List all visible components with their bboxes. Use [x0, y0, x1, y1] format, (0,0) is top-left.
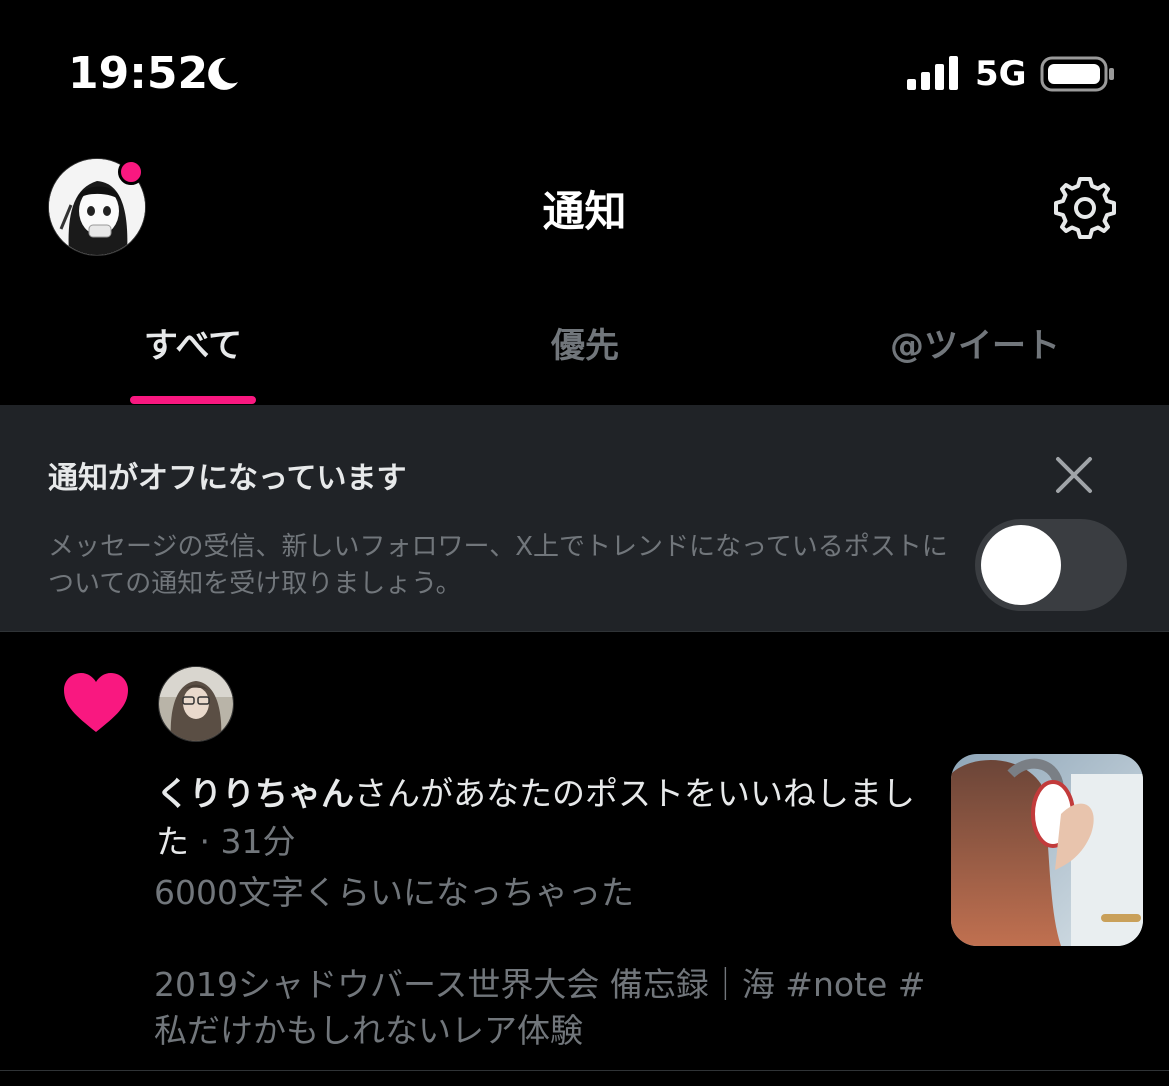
banner-title: 通知がオフになっています [48, 461, 407, 496]
tab-priority[interactable]: 優先 [520, 318, 650, 367]
thumbnail-photo [951, 754, 1143, 946]
tab-all[interactable]: すべて [130, 318, 256, 367]
notification-text: くりりちゃんさんがあなたのポストをいいねしました · 31分 [156, 770, 916, 866]
status-bar: 19:52 5G [0, 0, 1169, 140]
notification-username[interactable]: くりりちゃん [156, 774, 354, 813]
network-label: 5G [975, 54, 1027, 94]
divider [0, 1070, 1169, 1071]
notifications-off-banner: 通知がオフになっています メッセージの受信、新しいフォロワー、X上でトレンドにな… [0, 405, 1169, 632]
notification-item[interactable]: くりりちゃんさんがあなたのポストをいいねしました · 31分 6000文字くらい… [0, 632, 1169, 1072]
notification-time: 31分 [220, 822, 296, 861]
tweet-thumbnail[interactable] [951, 754, 1143, 946]
signal-icon [907, 56, 958, 90]
tab-mentions[interactable]: @ツイート [880, 318, 1070, 367]
heart-icon [64, 673, 128, 732]
toggle-knob [981, 525, 1061, 605]
page-title: 通知 [542, 187, 627, 236]
notification-tabs: すべて 優先 @ツイート [0, 290, 1169, 405]
liker-avatar[interactable] [158, 666, 234, 742]
battery-icon [1040, 56, 1114, 92]
notification-separator: · [189, 822, 221, 861]
gear-icon[interactable] [1052, 175, 1118, 241]
status-time: 19:52 [68, 48, 209, 99]
active-tab-indicator [130, 396, 256, 404]
liker-avatar-photo [159, 667, 233, 741]
tweet-excerpt: 6000文字くらいになっちゃった 2019シャドウバース世界大会 備忘録｜海 #… [154, 873, 926, 1050]
close-icon[interactable] [1052, 453, 1096, 497]
banner-body: メッセージの受信、新しいフォロワー、X上でトレンドになっているポストについての通… [48, 532, 948, 599]
notifications-toggle[interactable] [975, 519, 1127, 611]
moon-icon [208, 57, 238, 90]
